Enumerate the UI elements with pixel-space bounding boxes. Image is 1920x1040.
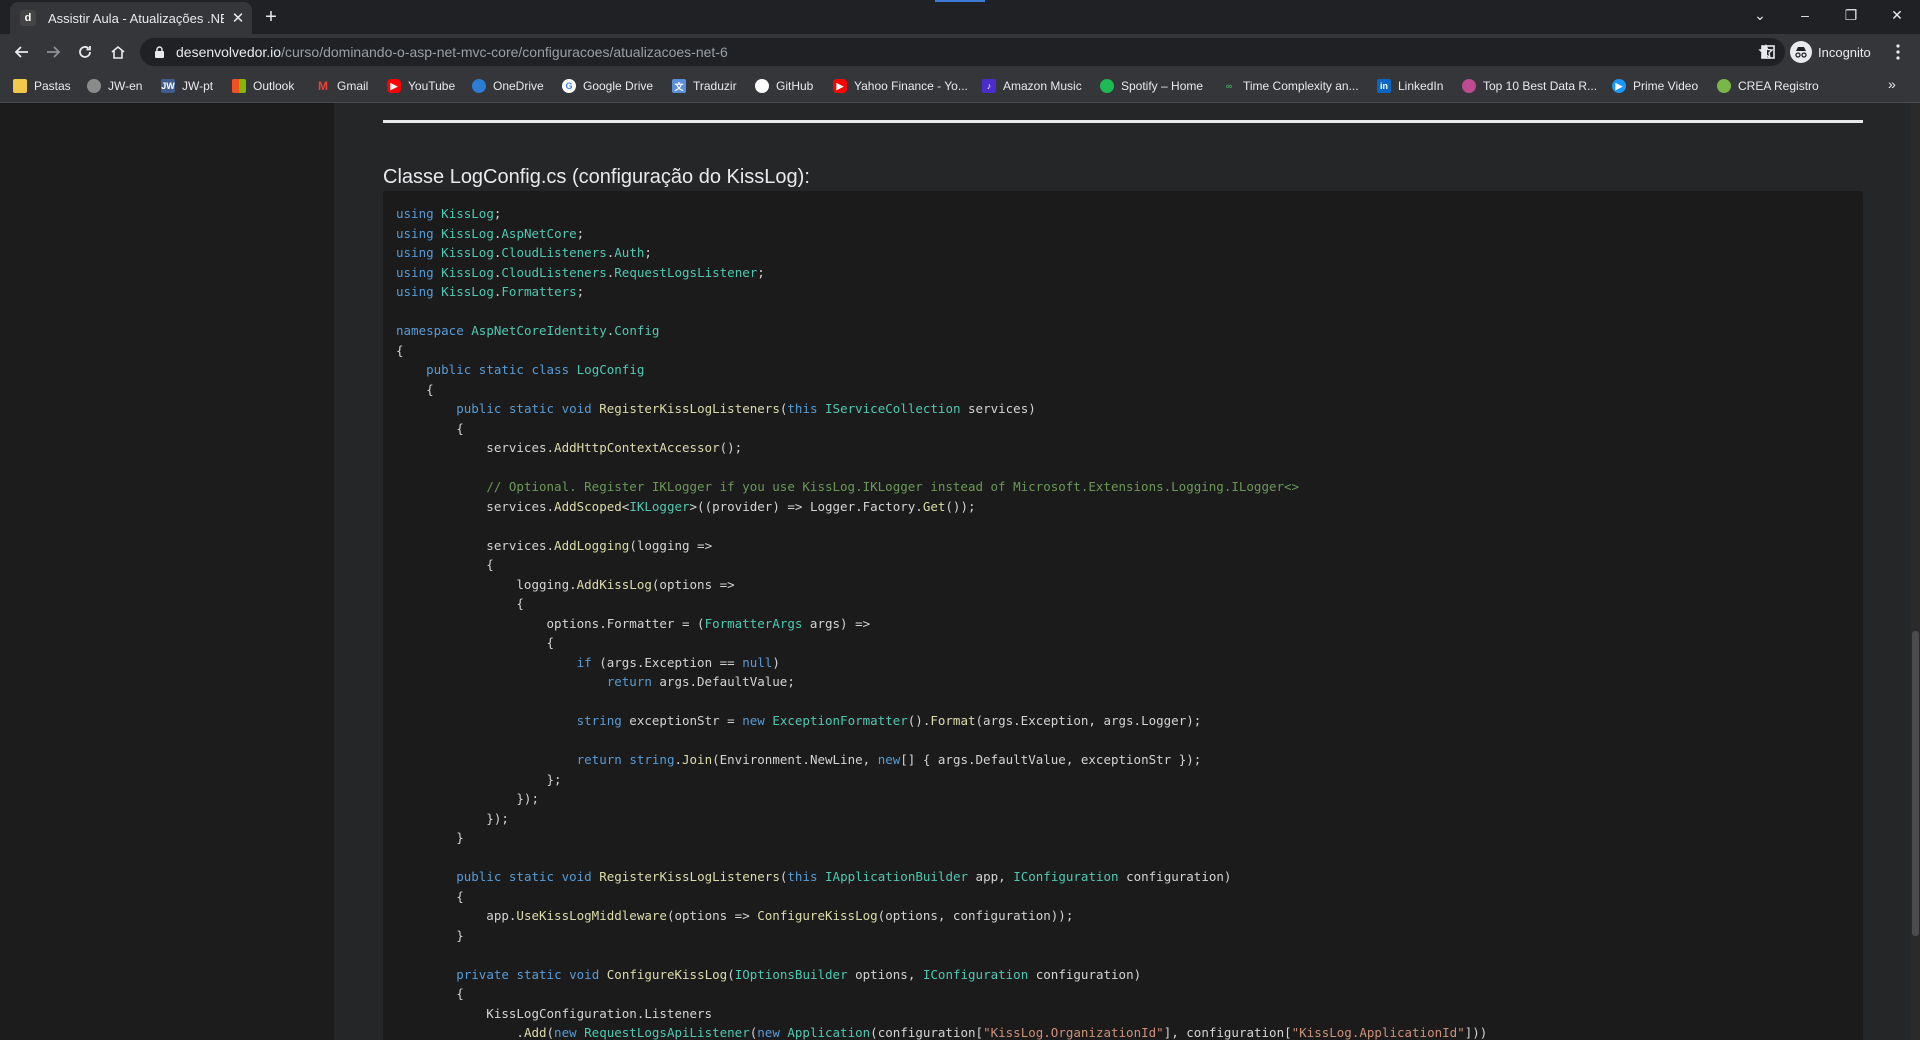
home-button[interactable] — [106, 40, 130, 64]
bookmarks-bar: Pastas JW-en JW JW-pt Outlook M Gmail ▶ You… — [0, 70, 1920, 103]
bookmark-label: Gmail — [337, 79, 369, 93]
site-favicon-icon: d — [20, 10, 36, 26]
folder-icon — [13, 79, 27, 93]
forward-button[interactable] — [41, 40, 65, 64]
section-divider — [383, 120, 1863, 123]
bookmark-yahoo-finance[interactable]: ▶ Yahoo Finance - Yo... — [833, 77, 968, 95]
arrow-right-icon — [47, 46, 61, 58]
bookmark-youtube[interactable]: ▶ YouTube — [387, 77, 455, 95]
arrow-left-icon — [14, 46, 28, 58]
profile-label: Incognito — [1818, 44, 1871, 60]
cloud-icon — [472, 79, 486, 93]
bookmark-github[interactable]: GitHub — [755, 77, 813, 95]
linkedin-icon: in — [1377, 79, 1391, 93]
home-icon — [111, 45, 125, 59]
address-bar[interactable]: desenvolvedor.io/curso/dominando-o-asp-n… — [140, 38, 1785, 66]
bookmark-label: Pastas — [34, 79, 71, 93]
bookmark-amazon-music[interactable]: ♪ Amazon Music — [982, 77, 1082, 95]
gmail-icon: M — [318, 79, 328, 93]
bookmark-linkedin[interactable]: in LinkedIn — [1377, 77, 1443, 95]
jw-icon: JW — [161, 79, 175, 93]
tab-active[interactable]: d Assistir Aula - Atualizações .NET 6 ✕ — [10, 2, 252, 34]
data-icon — [1462, 79, 1476, 93]
url-path: /curso/dominando-o-asp-net-mvc-core/conf… — [281, 44, 728, 60]
lock-icon[interactable] — [152, 45, 166, 59]
tab-close-icon[interactable]: ✕ — [230, 9, 246, 27]
bookmark-crea-registro[interactable]: CREA Registro — [1717, 77, 1819, 95]
bookmark-label: CREA Registro — [1738, 79, 1819, 93]
bookmark-label: Outlook — [253, 79, 295, 93]
prime-video-icon: ▶ — [1612, 79, 1626, 93]
reload-icon — [79, 46, 91, 58]
side-panel-icon[interactable] — [1758, 42, 1778, 62]
bookmark-jw-en[interactable]: JW-en — [87, 77, 142, 95]
bookmark-label: Google Drive — [583, 79, 654, 93]
incognito-profile-button[interactable]: Incognito — [1790, 38, 1871, 66]
tab-search-chevron-icon[interactable]: ⌄ — [1745, 4, 1775, 26]
bookmark-label: GitHub — [776, 79, 814, 93]
course-sidebar — [0, 103, 334, 1040]
bookmark-label: Yahoo Finance - Yo... — [854, 79, 968, 93]
bookmark-label: Amazon Music — [1003, 79, 1082, 93]
url-host: desenvolvedor.io — [176, 44, 282, 60]
browser-toolbar: desenvolvedor.io/curso/dominando-o-asp-n… — [0, 34, 1920, 70]
bookmark-label: Time Complexity an... — [1243, 79, 1359, 93]
bookmark-prime-video[interactable]: ▶ Prime Video — [1612, 77, 1698, 95]
spotify-icon — [1100, 79, 1114, 93]
bookmark-jw-pt[interactable]: JW JW-pt — [161, 77, 213, 95]
bookmark-gmail[interactable]: M Gmail — [316, 77, 368, 95]
bookmark-label: JW-en — [108, 79, 143, 93]
page-viewport: Classe LogConfig.cs (configuração do Kis… — [0, 103, 1920, 1040]
bookmark-label: YouTube — [408, 79, 456, 93]
reload-button[interactable] — [73, 40, 97, 64]
bookmark-label: Prime Video — [1633, 79, 1699, 93]
new-tab-button[interactable]: + — [260, 6, 282, 28]
link-icon: ∞ — [1225, 81, 1233, 91]
restore-button[interactable]: ❐ — [1836, 4, 1866, 26]
url-text[interactable]: desenvolvedor.io/curso/dominando-o-asp-n… — [176, 44, 728, 60]
back-button[interactable] — [10, 40, 34, 64]
amazon-music-icon: ♪ — [982, 79, 996, 93]
youtube-icon: ▶ — [833, 79, 847, 93]
close-window-button[interactable]: ✕ — [1882, 4, 1912, 26]
crea-icon — [1717, 79, 1731, 93]
bookmark-label: OneDrive — [493, 79, 544, 93]
bookmark-onedrive[interactable]: OneDrive — [472, 77, 544, 95]
tab-title: Assistir Aula - Atualizações .NET 6 — [48, 10, 224, 26]
bookmark-pastas[interactable]: Pastas — [13, 77, 71, 95]
bookmark-google-drive[interactable]: G Google Drive — [562, 77, 653, 95]
bookmark-spotify[interactable]: Spotify – Home — [1100, 77, 1203, 95]
bookmark-traduzir[interactable]: 文 Traduzir — [672, 77, 737, 95]
bookmark-time-complexity[interactable]: ∞ Time Complexity an... — [1222, 77, 1359, 95]
github-icon — [755, 79, 769, 93]
globe-icon — [87, 79, 101, 93]
bookmark-label: LinkedIn — [1398, 79, 1444, 93]
minimize-button[interactable]: – — [1790, 4, 1820, 26]
bookmark-label: JW-pt — [182, 79, 214, 93]
bookmark-label: Spotify – Home — [1121, 79, 1204, 93]
bookmark-label: Traduzir — [693, 79, 737, 93]
code-text: using KissLog; using KissLog.AspNetCore;… — [396, 206, 1488, 1040]
tab-strip: d Assistir Aula - Atualizações .NET 6 ✕ … — [0, 0, 1920, 34]
google-icon: G — [562, 79, 576, 93]
menu-kebab-icon[interactable] — [1888, 42, 1908, 62]
scrollbar-thumb[interactable] — [1912, 631, 1919, 936]
bookmarks-overflow-icon[interactable]: » — [1888, 76, 1896, 92]
incognito-icon — [1790, 41, 1812, 63]
section-title: Classe LogConfig.cs (configuração do Kis… — [383, 165, 810, 188]
bookmark-top10-data[interactable]: Top 10 Best Data R... — [1462, 77, 1597, 95]
bookmark-outlook[interactable]: Outlook — [232, 77, 294, 95]
bookmark-label: Top 10 Best Data R... — [1483, 79, 1598, 93]
youtube-icon: ▶ — [387, 79, 401, 93]
code-block[interactable]: using KissLog; using KissLog.AspNetCore;… — [383, 191, 1863, 1040]
translate-icon: 文 — [672, 79, 686, 93]
tab-strip-indicator — [935, 0, 985, 2]
page-scrollbar[interactable] — [1911, 103, 1920, 1040]
microsoft-icon — [232, 79, 246, 93]
